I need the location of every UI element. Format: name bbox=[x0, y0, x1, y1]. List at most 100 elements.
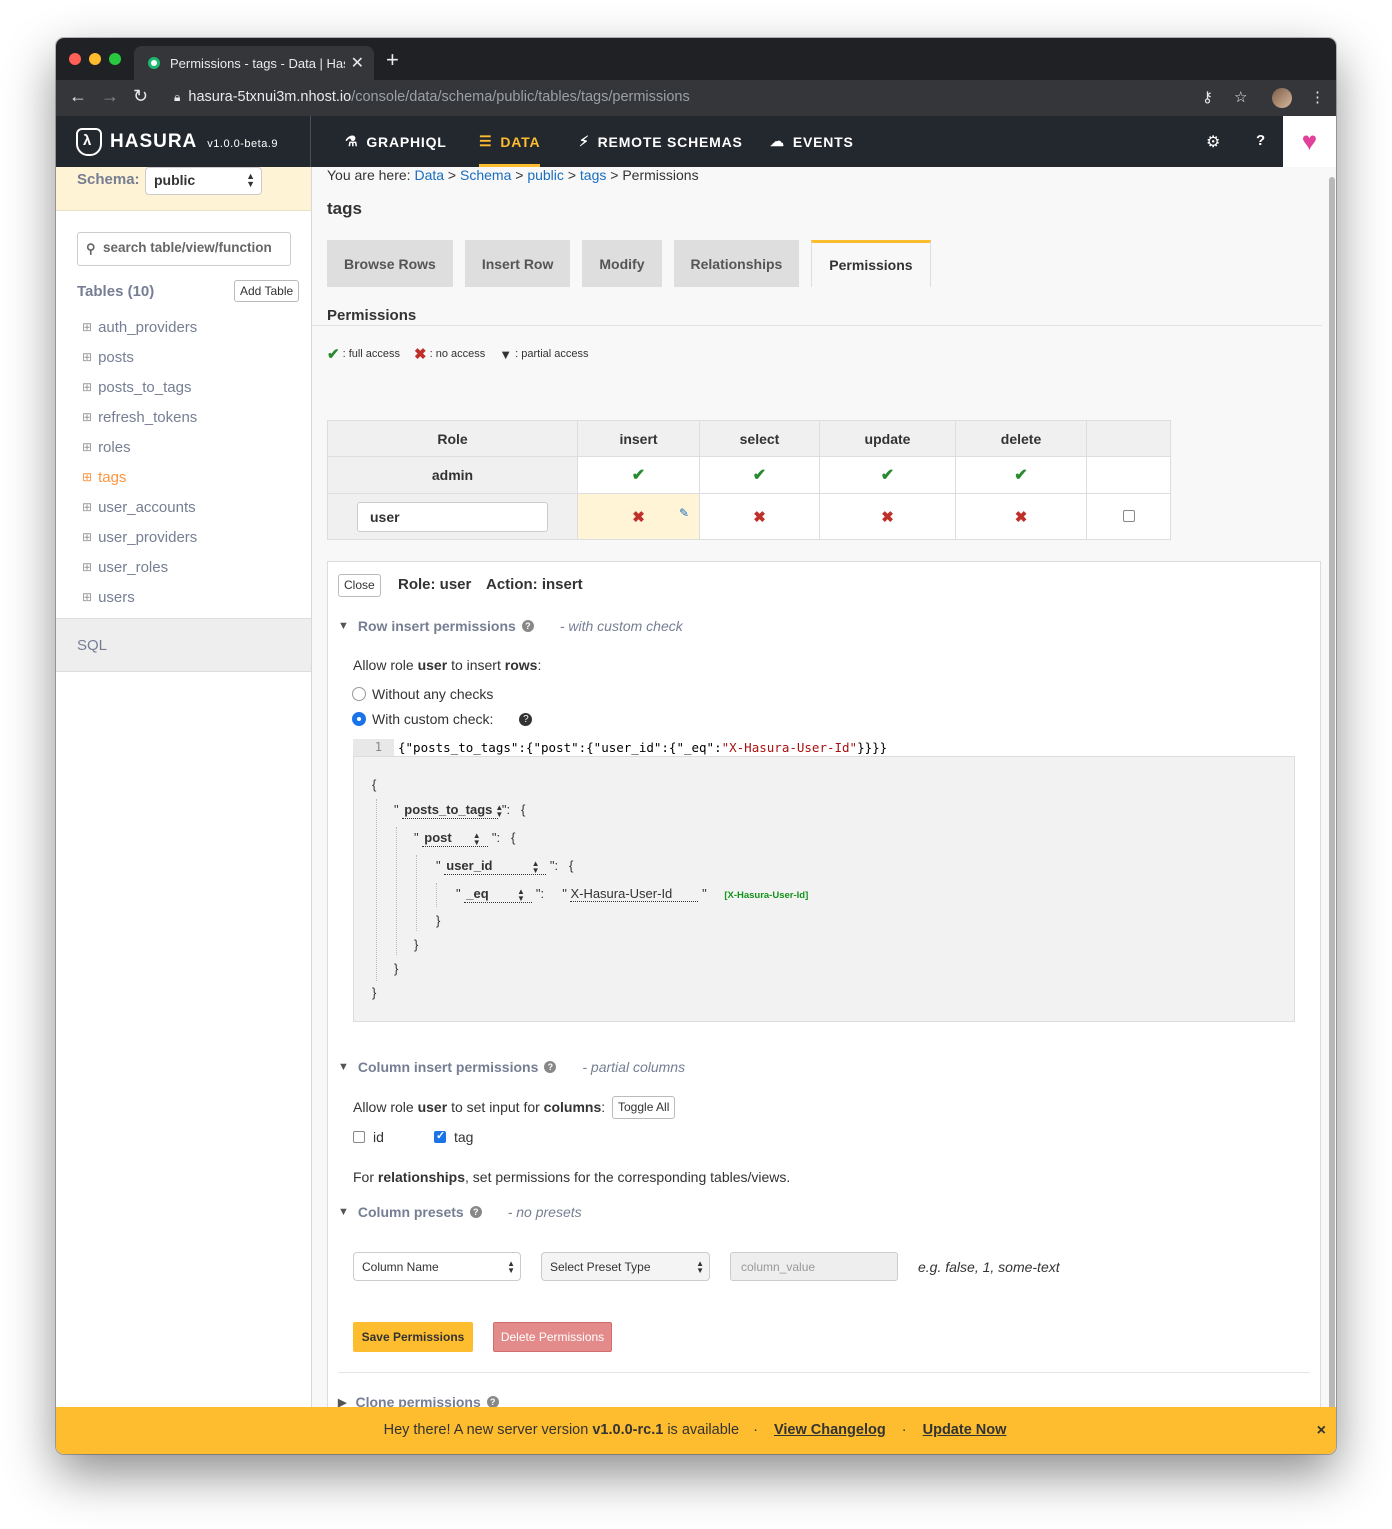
preset-value-input[interactable]: column_value bbox=[730, 1252, 898, 1281]
nav-graphiql[interactable]: ⚗ GRAPHIQL bbox=[345, 116, 447, 167]
tab-relationships[interactable]: Relationships bbox=[673, 240, 800, 287]
close-icon[interactable]: × bbox=[1317, 1407, 1326, 1454]
breadcrumb-schema[interactable]: Schema bbox=[460, 167, 511, 183]
radio-without-checks[interactable]: Without any checks bbox=[352, 686, 493, 702]
delete-permissions-button[interactable]: Delete Permissions bbox=[493, 1322, 612, 1352]
column-permissions-toggle[interactable]: ▼ Column insert permissions ? - partial … bbox=[338, 1059, 685, 1075]
tab-modify[interactable]: Modify bbox=[582, 240, 662, 287]
sidebar-item-users[interactable]: ⊞ users bbox=[82, 582, 197, 612]
key-select-user-id[interactable]: user_id ▲ ▼ bbox=[444, 858, 547, 875]
breadcrumb-public[interactable]: public bbox=[527, 167, 564, 183]
nav-remote-schemas[interactable]: ⚡︎ REMOTE SCHEMAS bbox=[579, 116, 743, 167]
sidebar-item-user-providers[interactable]: ⊞ user_providers bbox=[82, 522, 197, 552]
toggle-all-button[interactable]: Toggle All bbox=[612, 1096, 676, 1119]
text-fragment: : bbox=[537, 657, 542, 673]
nav-events[interactable]: ☁ EVENTS bbox=[770, 116, 854, 167]
key-select-posts-to-tags[interactable]: posts_to_tags ▲ ▼ bbox=[402, 802, 503, 819]
hasura-logo[interactable]: HASURA v1.0.0-beta.9 bbox=[56, 116, 311, 167]
quote: " bbox=[414, 830, 419, 845]
checkbox-checked[interactable] bbox=[434, 1129, 446, 1143]
json-code-editor[interactable]: 1 {"posts_to_tags":{"post":{"user_id":{"… bbox=[353, 738, 887, 756]
header-select: select bbox=[699, 420, 820, 457]
help-icon[interactable]: ? bbox=[521, 620, 534, 632]
column-presets-toggle[interactable]: ▼ Column presets ? - no presets bbox=[338, 1204, 582, 1220]
database-icon: ☰ bbox=[479, 133, 493, 149]
breadcrumb-data[interactable]: Data bbox=[414, 167, 444, 183]
tab-browse-rows[interactable]: Browse Rows bbox=[327, 240, 453, 287]
sidebar-item-auth-providers[interactable]: ⊞ auth_providers bbox=[82, 312, 197, 342]
close-button[interactable]: Close bbox=[338, 574, 381, 597]
search-input[interactable]: ⚲ search table/view/function bbox=[77, 232, 291, 266]
plug-icon: ⚡︎ bbox=[579, 133, 590, 149]
sidebar-item-user-accounts[interactable]: ⊞ user_accounts bbox=[82, 492, 197, 522]
sidebar-item-posts[interactable]: ⊞ posts bbox=[82, 342, 197, 372]
admin-delete-cell[interactable]: ✔ bbox=[955, 456, 1087, 494]
user-delete-cell[interactable]: ✖ bbox=[955, 493, 1087, 540]
reload-icon[interactable]: ↻ bbox=[133, 86, 148, 107]
sidebar-item-user-roles[interactable]: ⊞ user_roles bbox=[82, 552, 197, 582]
user-select-cell[interactable]: ✖ bbox=[699, 493, 820, 540]
user-update-cell[interactable]: ✖ bbox=[819, 493, 956, 540]
radio-button-selected[interactable] bbox=[352, 712, 366, 726]
minimize-window-button[interactable] bbox=[89, 53, 101, 65]
admin-insert-cell[interactable]: ✔ bbox=[577, 456, 700, 494]
help-button[interactable]: ? bbox=[1256, 132, 1265, 149]
schema-select[interactable]: public ▲ ▼ bbox=[145, 167, 262, 195]
tab-permissions[interactable]: Permissions bbox=[811, 240, 931, 287]
breadcrumb-tags[interactable]: tags bbox=[580, 167, 606, 183]
update-now-link[interactable]: Update Now bbox=[923, 1422, 1007, 1438]
scrollbar[interactable] bbox=[1328, 167, 1336, 1454]
save-permissions-button[interactable]: Save Permissions bbox=[353, 1322, 473, 1352]
sidebar-item-refresh-tokens[interactable]: ⊞ refresh_tokens bbox=[82, 402, 197, 432]
sidebar-item-sql[interactable]: SQL bbox=[56, 618, 311, 672]
lock-icon: 🔒︎ bbox=[174, 90, 181, 104]
admin-update-cell[interactable]: ✔ bbox=[819, 456, 956, 494]
pencil-icon[interactable]: ✎ bbox=[679, 506, 689, 520]
colon: : bbox=[496, 830, 501, 845]
help-icon[interactable]: ? bbox=[544, 1061, 557, 1073]
close-window-button[interactable] bbox=[69, 53, 81, 65]
session-variable-suggestion[interactable]: [X-Hasura-User-Id] bbox=[724, 890, 808, 901]
heart-icon[interactable]: ♥ bbox=[1283, 116, 1336, 167]
role-name-input[interactable]: user bbox=[357, 501, 548, 532]
sidebar-item-tags[interactable]: ⊞ tags bbox=[82, 462, 197, 492]
admin-select-cell[interactable]: ✔ bbox=[699, 456, 820, 494]
operator-select-eq[interactable]: _eq ▲ ▼ bbox=[464, 886, 533, 903]
more-vert-icon[interactable]: ⋮ bbox=[1310, 88, 1325, 106]
preset-type-select[interactable]: Select Preset Type ▲ ▼ bbox=[541, 1252, 710, 1281]
add-table-button[interactable]: Add Table bbox=[234, 280, 300, 302]
sidebar-item-roles[interactable]: ⊞ roles bbox=[82, 432, 197, 462]
new-tab-icon[interactable]: + bbox=[386, 49, 399, 71]
help-icon[interactable]: ? bbox=[469, 1206, 482, 1218]
key-icon[interactable]: ⚷ bbox=[1202, 88, 1213, 106]
profile-avatar[interactable] bbox=[1272, 88, 1292, 108]
panel-action: Action: insert bbox=[486, 576, 583, 593]
json-brace: { bbox=[510, 830, 516, 845]
nav-data[interactable]: ☰ DATA bbox=[479, 116, 541, 167]
help-icon[interactable]: ? bbox=[519, 712, 533, 726]
browser-tab[interactable]: Permissions - tags - Data | Has ✕ bbox=[134, 46, 374, 80]
checkbox[interactable] bbox=[353, 1131, 365, 1143]
column-checkbox-tag[interactable]: tag bbox=[434, 1129, 473, 1145]
select-arrows-icon: ▲ ▼ bbox=[531, 858, 540, 875]
view-changelog-link[interactable]: View Changelog bbox=[774, 1422, 886, 1438]
forward-arrow-icon[interactable]: → bbox=[101, 86, 119, 107]
column-checkbox-id[interactable]: id bbox=[353, 1129, 384, 1145]
value-input[interactable]: X-Hasura-User-Id bbox=[570, 886, 699, 902]
user-insert-cell[interactable]: ✖ ✎ bbox=[577, 493, 700, 540]
row-permissions-toggle[interactable]: ▼ Row insert permissions ? - with custom… bbox=[338, 618, 683, 634]
preset-column-select[interactable]: Column Name ▲ ▼ bbox=[353, 1252, 521, 1281]
sidebar-item-posts-to-tags[interactable]: ⊞ posts_to_tags bbox=[82, 372, 197, 402]
radio-custom-check[interactable]: With custom check: ? bbox=[352, 711, 533, 727]
gear-icon[interactable]: ⚙ bbox=[1206, 132, 1220, 152]
key-select-post[interactable]: post ▲ ▼ bbox=[422, 830, 489, 847]
radio-button[interactable] bbox=[352, 687, 366, 701]
maximize-window-button[interactable] bbox=[109, 53, 121, 65]
url-field[interactable]: 🔒︎ hasura-5txnui3m.nhost.io/console/data/… bbox=[174, 89, 690, 105]
close-icon[interactable]: ✕ bbox=[351, 53, 364, 73]
back-arrow-icon[interactable]: ← bbox=[69, 86, 87, 107]
scrollbar-thumb[interactable] bbox=[1329, 177, 1335, 1437]
tab-insert-row[interactable]: Insert Row bbox=[464, 240, 571, 287]
bulk-select-checkbox[interactable] bbox=[1122, 509, 1135, 522]
star-icon[interactable]: ☆ bbox=[1234, 88, 1247, 106]
